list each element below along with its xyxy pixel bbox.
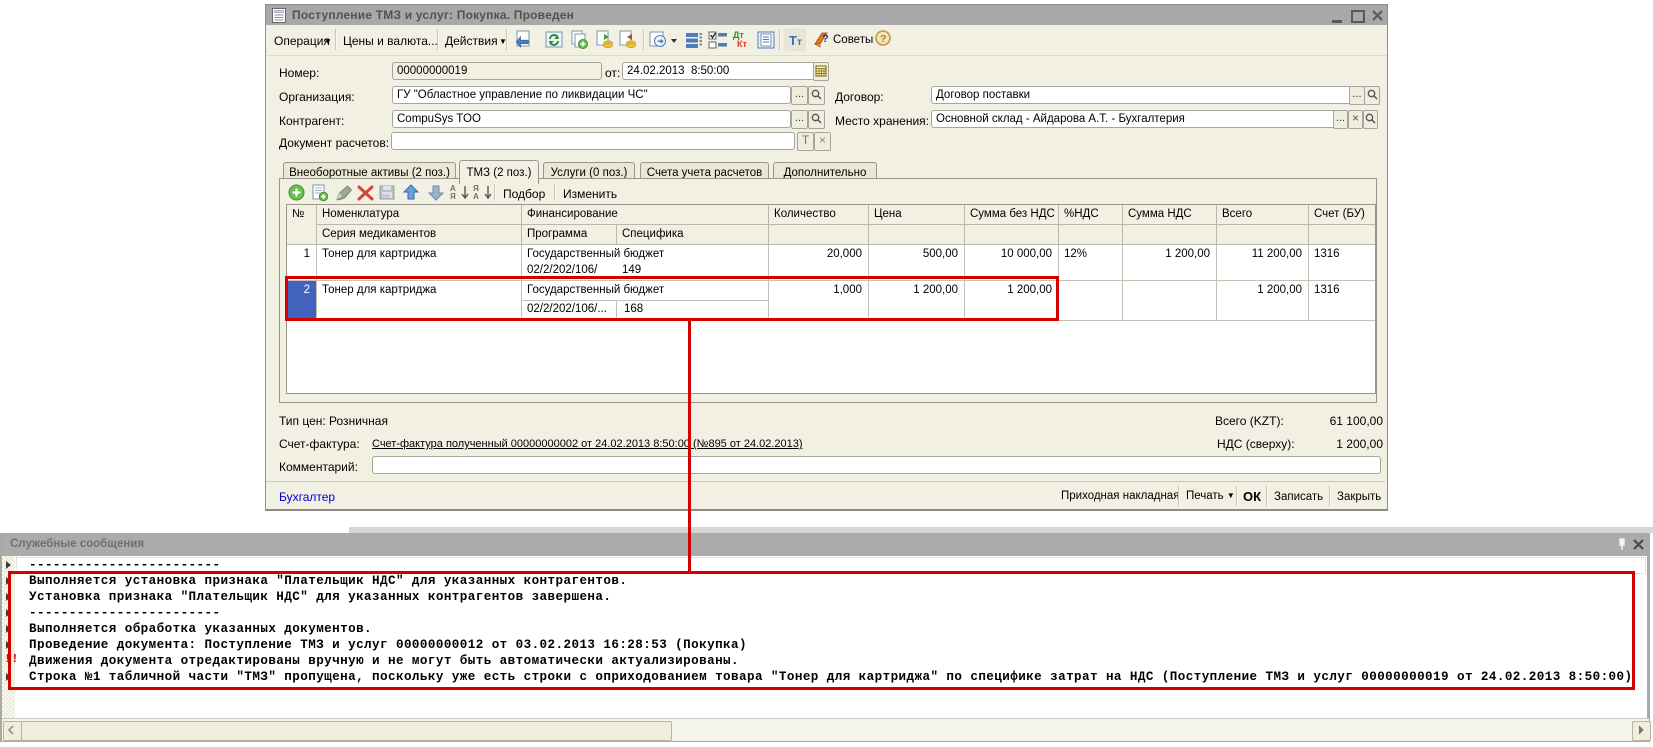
svg-text:?: ?: [822, 33, 829, 45]
svg-text:гон: гон: [383, 194, 390, 200]
svg-text:?: ?: [880, 33, 886, 45]
